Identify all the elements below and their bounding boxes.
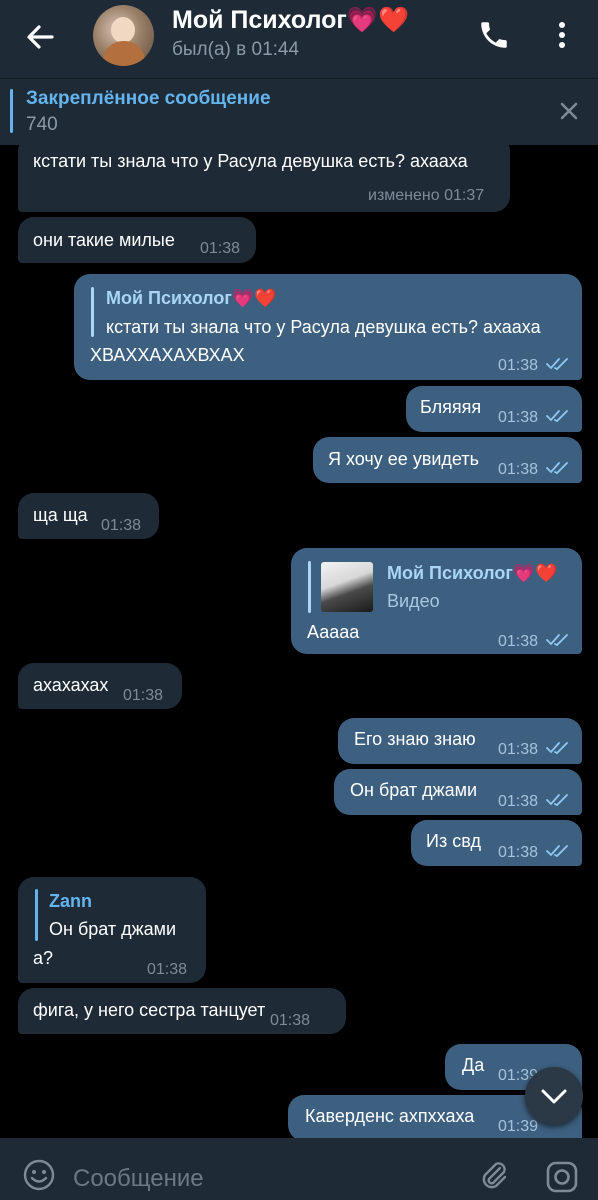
- reply-sender: Мой Психолог💗❤️: [387, 563, 558, 583]
- message-time: изменено 01:37: [368, 187, 485, 204]
- message-incoming[interactable]: кстати ты знала что у Расула девушка ест…: [18, 145, 510, 212]
- avatar[interactable]: [93, 5, 154, 66]
- message-text: фига, у него сестра танцует: [33, 1000, 266, 1020]
- message-input[interactable]: Сообщение: [73, 1165, 204, 1193]
- message-text: Бляяяя: [420, 397, 482, 417]
- message-time: 01:38: [123, 687, 164, 704]
- message-outgoing[interactable]: Я хочу ее увидеть 01:38: [313, 437, 582, 483]
- reply-sender: Zann: [49, 891, 92, 911]
- scroll-to-bottom-button[interactable]: [525, 1067, 583, 1125]
- chevron-down-icon: [541, 1089, 567, 1104]
- reply-accent-bar: [308, 561, 311, 613]
- last-seen-status: был(а) в 01:44: [172, 39, 300, 60]
- video-thumbnail[interactable]: [321, 562, 373, 612]
- message-outgoing[interactable]: Он брат джами 01:38: [334, 769, 582, 815]
- message-incoming[interactable]: фига, у него сестра танцует 01:38: [18, 988, 346, 1034]
- read-checks-icon: [546, 742, 568, 755]
- pinned-text: 740: [26, 114, 58, 135]
- message-incoming[interactable]: Zann Он брат джами а? 01:38: [18, 877, 206, 983]
- phone-icon[interactable]: [477, 18, 511, 52]
- message-text: ща ща: [33, 505, 88, 525]
- message-time: 01:38: [498, 633, 539, 650]
- reply-snippet: Он брат джами: [49, 919, 177, 939]
- emoji-icon[interactable]: [22, 1158, 56, 1192]
- message-text: ахахахах: [33, 675, 109, 695]
- message-input-bar: Сообщение: [0, 1138, 598, 1200]
- message-time: 01:38: [498, 409, 539, 426]
- message-text: Я хочу ее увидеть: [328, 449, 479, 469]
- message-outgoing[interactable]: Его знаю знаю 01:38: [338, 718, 582, 764]
- message-time: 01:38: [147, 961, 188, 978]
- message-incoming[interactable]: ахахахах 01:38: [18, 663, 182, 709]
- message-text: Ааааа: [307, 622, 360, 642]
- read-checks-icon: [546, 845, 568, 858]
- reply-accent-bar: [35, 889, 38, 941]
- message-text: а?: [33, 948, 54, 968]
- message-text: ХВАХХАХАХВХАХ: [90, 345, 245, 365]
- message-time: 01:38: [498, 357, 539, 374]
- message-text: кстати ты знала что у Расула девушка ест…: [33, 151, 468, 171]
- read-checks-icon: [546, 410, 568, 423]
- camera-icon[interactable]: [545, 1160, 579, 1194]
- message-text: Его знаю знаю: [354, 729, 476, 749]
- message-list[interactable]: кстати ты знала что у Расула девушка ест…: [0, 145, 598, 1138]
- reply-snippet: кстати ты знала что у Расула девушка ест…: [106, 317, 541, 337]
- read-checks-icon: [546, 462, 568, 475]
- pinned-accent-bar: [10, 89, 13, 133]
- reply-sender: Мой Психолог💗❤️: [106, 288, 277, 308]
- message-outgoing[interactable]: Мой Психолог💗❤️ Видео Ааааа 01:38: [291, 548, 582, 654]
- read-checks-icon: [546, 634, 568, 647]
- reply-snippet: Видео: [387, 591, 440, 611]
- message-time: 01:38: [101, 517, 142, 534]
- message-text: Он брат джами: [350, 780, 478, 800]
- chat-title[interactable]: Мой Психолог💗❤️: [172, 6, 409, 35]
- message-time: 01:38: [270, 1012, 311, 1029]
- chat-header: Мой Психолог💗❤️ был(а) в 01:44: [0, 0, 598, 78]
- message-time: 01:38: [498, 461, 539, 478]
- arrow-left-icon[interactable]: [22, 19, 58, 55]
- paperclip-icon[interactable]: [476, 1158, 510, 1192]
- message-time: 01:38: [498, 844, 539, 861]
- reply-accent-bar: [91, 287, 94, 337]
- message-text: они такие милые: [33, 230, 175, 250]
- read-checks-icon: [546, 794, 568, 807]
- pinned-message-bar[interactable]: Закреплённое сообщение 740: [0, 78, 598, 145]
- message-text: Да: [462, 1055, 485, 1075]
- more-vert-icon[interactable]: [550, 18, 574, 52]
- message-incoming[interactable]: они такие милые 01:38: [18, 217, 256, 263]
- message-time: 01:38: [498, 793, 539, 810]
- message-outgoing[interactable]: Мой Психолог💗❤️ кстати ты знала что у Ра…: [74, 274, 582, 380]
- message-text: Каверденс ахпххаха: [305, 1106, 475, 1126]
- message-outgoing[interactable]: Из свд 01:38: [411, 820, 582, 866]
- message-outgoing[interactable]: Бляяяя 01:38: [406, 386, 582, 432]
- message-time: 01:38: [498, 741, 539, 758]
- message-incoming[interactable]: ща ща 01:38: [18, 493, 159, 539]
- message-text: Из свд: [426, 831, 482, 851]
- close-icon[interactable]: [555, 97, 583, 125]
- read-checks-icon: [546, 358, 568, 371]
- pinned-title: Закреплённое сообщение: [26, 88, 271, 109]
- message-time: 01:38: [200, 240, 241, 257]
